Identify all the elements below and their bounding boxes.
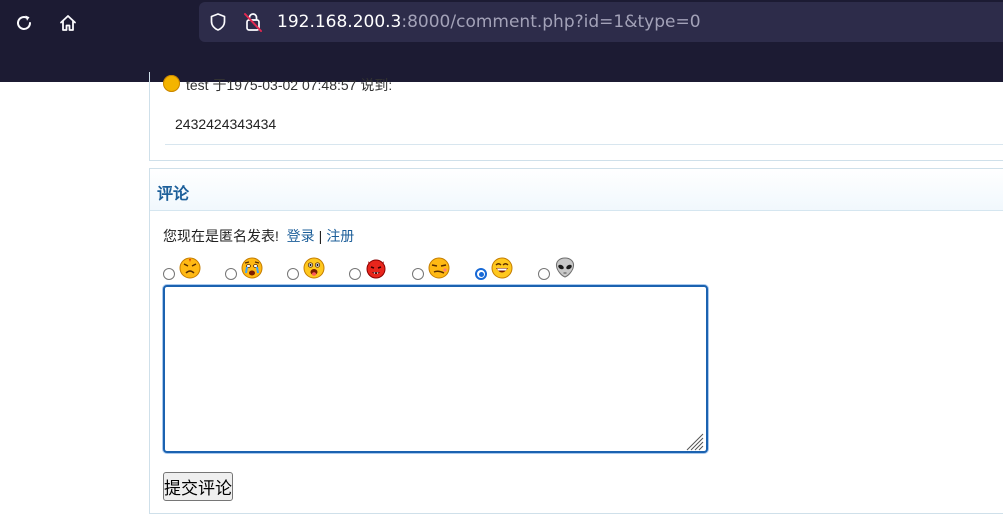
login-link[interactable]: 登录	[287, 228, 315, 244]
alien-icon	[555, 257, 575, 278]
emoticon-radio[interactable]	[163, 268, 175, 280]
comment-form: 评论 您现在是匿名发表! 登录 | 注册 提交评论	[149, 168, 1003, 514]
angry-face-icon	[179, 257, 201, 279]
emoticon-radio[interactable]	[349, 268, 361, 280]
emoticon-radio[interactable]	[412, 268, 424, 280]
emoticon-radio[interactable]	[287, 268, 299, 280]
reload-button[interactable]	[9, 8, 39, 38]
anonymous-notice: 您现在是匿名发表! 登录 | 注册	[163, 226, 354, 246]
home-button[interactable]	[53, 8, 83, 38]
anonymous-text: 您现在是匿名发表!	[163, 228, 279, 244]
form-header: 评论	[150, 169, 1003, 211]
register-link[interactable]: 注册	[326, 228, 354, 244]
address-bar[interactable]: 192.168.200.3:8000/comment.php?id=1&type…	[199, 2, 1003, 42]
crying-face-icon	[241, 257, 263, 279]
emoticon-picker	[163, 257, 703, 283]
emoticon-option	[475, 257, 525, 283]
comment-meta: test 于1975-03-02 07:48:57 说到:	[163, 75, 392, 95]
comment-entry: test 于1975-03-02 07:48:57 说到: 2432424343…	[149, 72, 1003, 161]
comment-emoticon-icon	[163, 75, 180, 92]
comment-body: 2432424343434	[175, 116, 277, 132]
emoticon-option	[163, 257, 213, 283]
url-text[interactable]: 192.168.200.3:8000/comment.php?id=1&type…	[277, 11, 701, 33]
emoticon-option	[412, 257, 462, 283]
tongue-face-icon	[303, 257, 325, 279]
devil-face-icon	[366, 259, 386, 279]
tracking-protection-shield-icon[interactable]	[208, 12, 228, 32]
home-icon	[60, 15, 76, 31]
url-path: :8000/comment.php?id=1&type=0	[401, 12, 701, 32]
insecure-lock-icon[interactable]	[243, 11, 263, 33]
emoticon-option	[538, 257, 588, 283]
link-separator: |	[318, 228, 323, 244]
browser-toolbar: 192.168.200.3:8000/comment.php?id=1&type…	[0, 0, 1003, 82]
submit-comment-button[interactable]: 提交评论	[163, 472, 233, 501]
comment-meta-text: test 于1975-03-02 07:48:57 说到:	[186, 77, 393, 93]
emoticon-option	[287, 257, 337, 283]
divider	[165, 144, 1003, 145]
emoticon-option	[225, 257, 275, 283]
url-host: 192.168.200.3	[277, 12, 402, 32]
comment-textarea[interactable]	[163, 285, 708, 453]
emoticon-option	[349, 259, 399, 283]
sneer-face-icon	[428, 257, 450, 279]
emoticon-radio-selected[interactable]	[475, 268, 487, 280]
form-title: 评论	[157, 186, 190, 203]
reload-icon	[17, 15, 31, 30]
grin-face-icon	[491, 257, 513, 279]
emoticon-radio[interactable]	[538, 268, 550, 280]
emoticon-radio[interactable]	[225, 268, 237, 280]
page-content: test 于1975-03-02 07:48:57 说到: 2432424343…	[0, 72, 1003, 518]
